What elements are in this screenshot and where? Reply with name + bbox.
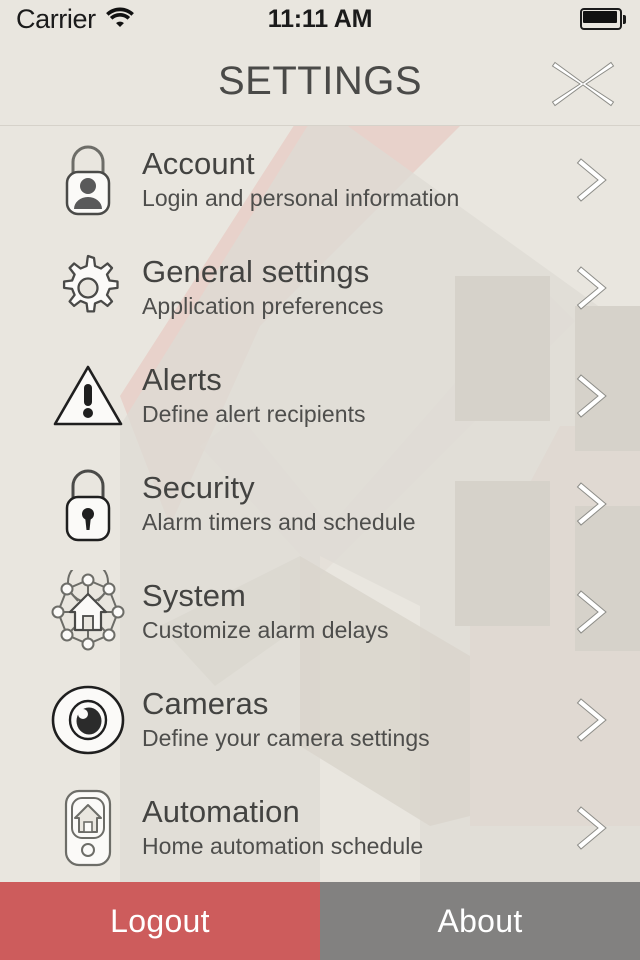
settings-row-general-settings[interactable]: General settings Application preferences: [0, 234, 640, 342]
page-title: SETTINGS: [217, 59, 423, 103]
chevron-right-icon[interactable]: [560, 804, 640, 852]
chevron-right-icon[interactable]: [560, 696, 640, 744]
settings-row-title: Automation: [142, 793, 300, 829]
gear-icon: [38, 252, 138, 324]
close-x-icon[interactable]: [550, 60, 616, 108]
chevron-right-icon[interactable]: [560, 156, 640, 204]
settings-row-alerts[interactable]: Alerts Define alert recipients: [0, 342, 640, 450]
clock-label: 11:11 AM: [267, 5, 373, 33]
settings-row-title: Alerts: [142, 361, 222, 397]
settings-row-text: General settings Application preferences: [138, 253, 560, 321]
settings-row-subtitle: Define alert recipients: [142, 401, 366, 428]
settings-row-cameras[interactable]: Cameras Define your camera settings: [0, 666, 640, 774]
status-bar-right: [580, 0, 626, 38]
footer-bar: Logout About: [0, 882, 640, 960]
settings-row-text: Automation Home automation schedule: [138, 793, 560, 861]
chevron-right-icon[interactable]: [560, 264, 640, 312]
settings-row-subtitle: Define your camera settings: [142, 725, 430, 752]
settings-row-subtitle: Home automation schedule: [142, 833, 424, 860]
settings-row-text: Security Alarm timers and schedule: [138, 469, 560, 537]
settings-screen: Carrier 11:11 AM SETTINGS Account Login …: [0, 0, 640, 960]
chevron-right-icon[interactable]: [560, 480, 640, 528]
settings-row-title: System: [142, 577, 246, 613]
warning-triangle-icon: [38, 362, 138, 430]
settings-row-title: General settings: [142, 253, 370, 289]
settings-row-security[interactable]: Security Alarm timers and schedule: [0, 450, 640, 558]
settings-row-text: Alerts Define alert recipients: [138, 361, 560, 429]
settings-row-title: Cameras: [142, 685, 269, 721]
settings-row-subtitle: Alarm timers and schedule: [142, 509, 416, 536]
logout-button[interactable]: Logout: [0, 882, 320, 960]
settings-list: Account Login and personal information G…: [0, 126, 640, 884]
status-bar: Carrier 11:11 AM: [0, 0, 640, 38]
settings-row-subtitle: Application preferences: [142, 293, 384, 320]
about-button[interactable]: About: [320, 882, 640, 960]
settings-row-automation[interactable]: Automation Home automation schedule: [0, 774, 640, 882]
header-bar: SETTINGS: [0, 38, 640, 126]
settings-row-title: Account: [142, 145, 255, 181]
settings-row-subtitle: Customize alarm delays: [142, 617, 389, 644]
chevron-right-icon[interactable]: [560, 372, 640, 420]
settings-row-account[interactable]: Account Login and personal information: [0, 126, 640, 234]
settings-row-system[interactable]: System Customize alarm delays: [0, 558, 640, 666]
battery-full-icon: [580, 8, 626, 30]
chevron-right-icon[interactable]: [560, 588, 640, 636]
house-network-icon: [38, 570, 138, 654]
settings-row-text: Cameras Define your camera settings: [138, 685, 560, 753]
padlock-person-icon: [38, 141, 138, 219]
settings-row-text: System Customize alarm delays: [138, 577, 560, 645]
eye-lens-icon: [38, 683, 138, 757]
settings-row-title: Security: [142, 469, 255, 505]
settings-row-subtitle: Login and personal information: [142, 185, 460, 212]
phone-house-icon: [38, 788, 138, 868]
padlock-keyhole-icon: [38, 464, 138, 544]
settings-row-text: Account Login and personal information: [138, 145, 560, 213]
